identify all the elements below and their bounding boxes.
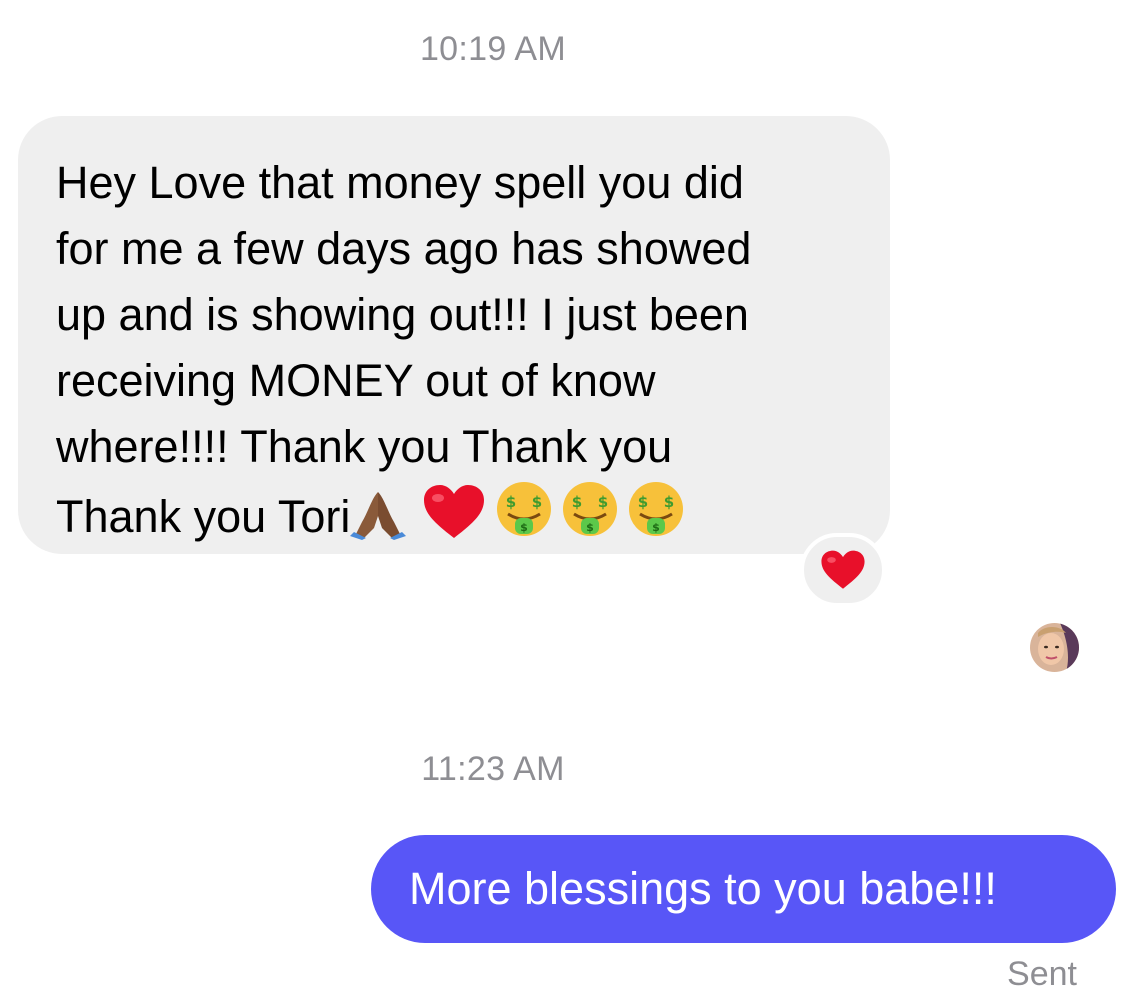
outgoing-message-text: More blessings to you babe!!! (409, 863, 997, 914)
svg-text:$: $ (506, 493, 516, 511)
folded-hands-icon (350, 492, 407, 540)
outgoing-message-bubble[interactable]: More blessings to you babe!!! (371, 835, 1116, 943)
svg-text:$: $ (664, 493, 674, 511)
message-timestamp: 11:23 AM (421, 750, 565, 788)
message-line: Thank you Tori (56, 491, 351, 542)
message-line: where!!!! Thank you Thank you (56, 421, 673, 472)
svg-text:$: $ (587, 521, 595, 534)
svg-text:$: $ (598, 493, 608, 511)
svg-text:$: $ (653, 521, 661, 534)
red-heart-icon (424, 485, 485, 538)
money-mouth-face-icon: $ $$ (563, 482, 618, 536)
money-mouth-face-icon: $ $$ (497, 482, 552, 536)
incoming-message-bubble[interactable]: Hey Love that money spell you did for me… (18, 116, 890, 554)
svg-text:$: $ (532, 493, 542, 511)
avatar[interactable] (1030, 623, 1079, 672)
red-heart-icon (821, 550, 865, 589)
incoming-message-text: Hey Love that money spell you did for me… (56, 150, 860, 550)
heart-reaction-badge[interactable] (800, 533, 886, 607)
message-line: up and is showing out!!! I just been (56, 289, 749, 340)
message-line: Hey Love that money spell you did (56, 157, 744, 208)
svg-text:$: $ (638, 493, 648, 511)
money-mouth-face-icon: $ $$ (629, 482, 684, 536)
svg-text:$: $ (572, 493, 582, 511)
message-line: receiving MONEY out of know (56, 355, 656, 406)
svg-text:$: $ (521, 521, 529, 534)
sent-status-label: Sent (1007, 955, 1077, 993)
message-timestamp: 10:19 AM (419, 30, 567, 68)
message-line: for me a few days ago has showed (56, 223, 752, 274)
